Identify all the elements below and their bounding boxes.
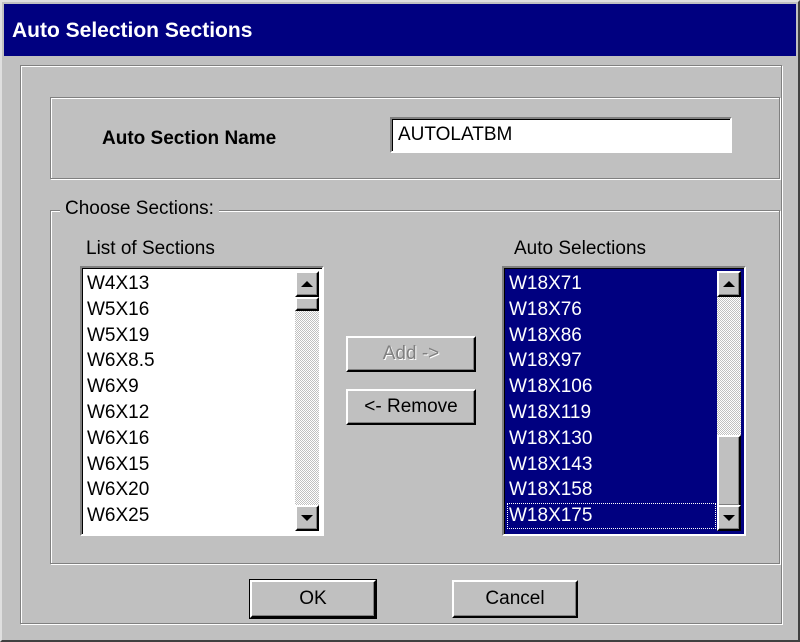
auto-selections-scrollbar[interactable] bbox=[717, 271, 741, 531]
list-item[interactable]: W18X143 bbox=[507, 451, 716, 478]
list-item[interactable]: W4X13 bbox=[85, 271, 294, 297]
arrow-up-icon bbox=[301, 281, 313, 287]
list-item[interactable]: W18X97 bbox=[507, 348, 716, 375]
list-item[interactable]: W6X12 bbox=[85, 399, 294, 426]
remove-button[interactable]: <- Remove bbox=[346, 389, 476, 425]
list-item[interactable]: W5X19 bbox=[85, 322, 294, 349]
add-button[interactable]: Add -> bbox=[346, 336, 476, 372]
auto-selections-listbox[interactable]: W18X71 W18X76 W18X86 W18X97 W18X106 W18X119 W1… bbox=[502, 266, 746, 536]
auto-section-name-input[interactable] bbox=[390, 117, 732, 153]
arrow-down-icon bbox=[301, 515, 313, 521]
list-item[interactable]: W6X25 bbox=[85, 503, 294, 529]
auto-selection-dialog: Auto Selection Sections Choose Sections:… bbox=[0, 0, 800, 642]
list-item[interactable]: W18X106 bbox=[507, 374, 716, 400]
list-item[interactable]: W6X9 bbox=[85, 374, 294, 400]
scroll-thumb[interactable] bbox=[295, 297, 319, 311]
list-item[interactable]: W18X76 bbox=[507, 296, 716, 323]
auto-section-name-label: Auto Section Name bbox=[102, 128, 277, 149]
list-item[interactable]: W18X175 bbox=[507, 503, 716, 529]
list-item[interactable]: W6X16 bbox=[85, 425, 294, 452]
auto-selections-items: W18X71 W18X76 W18X86 W18X97 W18X106 W18X119 W1… bbox=[507, 271, 716, 531]
arrow-down-icon bbox=[723, 515, 735, 521]
arrow-up-icon bbox=[723, 281, 735, 287]
ok-button[interactable]: OK bbox=[249, 579, 377, 619]
list-item[interactable]: W5X16 bbox=[85, 296, 294, 323]
auto-selections-label: Auto Selections bbox=[514, 238, 647, 259]
scroll-thumb[interactable] bbox=[717, 435, 741, 507]
scroll-down-button[interactable] bbox=[295, 505, 319, 531]
window-title: Auto Selection Sections bbox=[12, 19, 253, 42]
scroll-up-button[interactable] bbox=[295, 271, 319, 297]
title-bar[interactable]: Auto Selection Sections bbox=[4, 4, 796, 56]
choose-sections-legend: Choose Sections: bbox=[60, 198, 219, 220]
list-item[interactable]: W18X130 bbox=[507, 425, 716, 452]
cancel-button[interactable]: Cancel bbox=[452, 580, 578, 618]
list-of-sections-scrollbar[interactable] bbox=[295, 271, 319, 531]
list-item[interactable]: W6X15 bbox=[85, 451, 294, 478]
list-item[interactable]: W18X71 bbox=[507, 271, 716, 297]
list-item[interactable]: W18X86 bbox=[507, 322, 716, 349]
list-of-sections-items: W4X13 W5X16 W5X19 W6X8.5 W6X9 W6X12 W6X16 W6X15… bbox=[85, 271, 294, 531]
list-item[interactable]: W6X20 bbox=[85, 477, 294, 504]
list-item[interactable]: W18X158 bbox=[507, 477, 716, 504]
scroll-down-button[interactable] bbox=[717, 505, 741, 531]
scroll-up-button[interactable] bbox=[717, 271, 741, 297]
list-item[interactable]: W18X119 bbox=[507, 399, 716, 426]
list-item[interactable]: W6X8.5 bbox=[85, 348, 294, 375]
list-of-sections-label: List of Sections bbox=[86, 238, 215, 259]
list-of-sections-listbox[interactable]: W4X13 W5X16 W5X19 W6X8.5 W6X9 W6X12 W6X16 W6X15… bbox=[80, 266, 324, 536]
